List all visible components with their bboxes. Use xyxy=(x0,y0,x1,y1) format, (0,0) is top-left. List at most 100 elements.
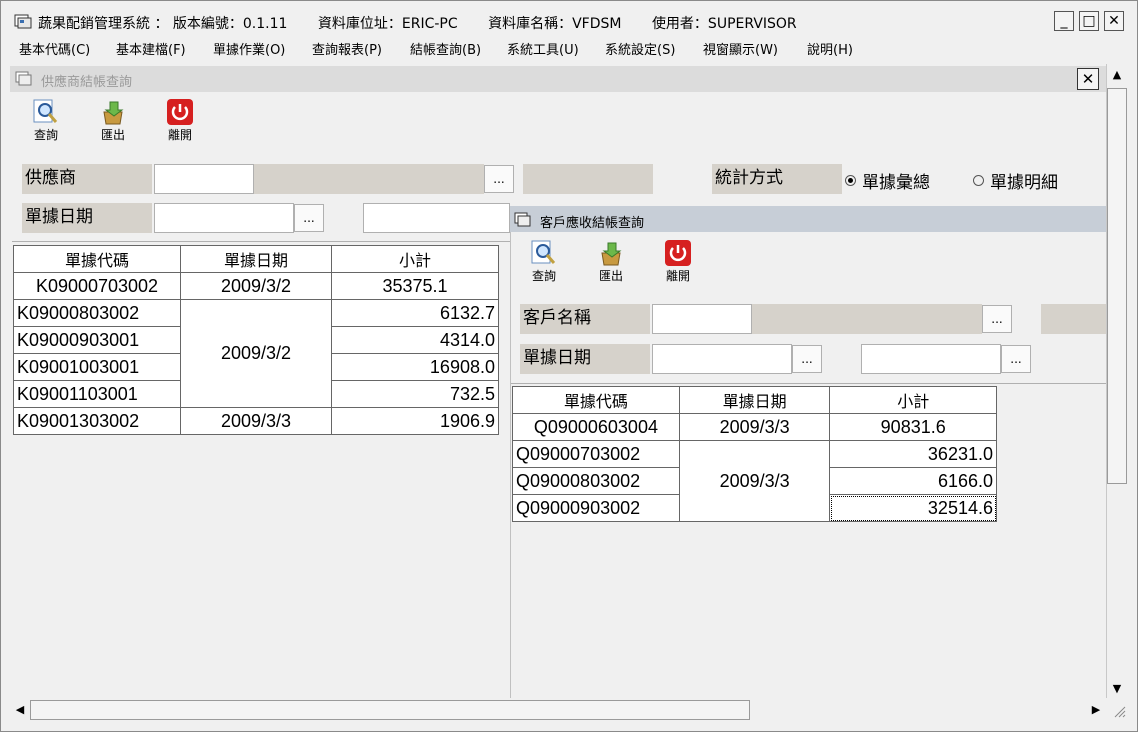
customer-exit-button[interactable]: 離開 xyxy=(660,239,696,284)
db-name: 資料庫名稱：VFDSM xyxy=(488,16,622,32)
customer-label: 客戶名稱 xyxy=(520,304,650,334)
stat-method-label: 統計方式 xyxy=(712,164,842,194)
supplier-grid: 單據代碼 單據日期 小計 K09000703002 2009/3/2 35375… xyxy=(13,245,499,435)
col-date[interactable]: 單據日期 xyxy=(678,386,831,414)
cell-subtotal[interactable]: 732.5 xyxy=(331,380,499,408)
col-code[interactable]: 單據代碼 xyxy=(13,245,181,273)
form-icon xyxy=(15,70,33,86)
cell-subtotal[interactable]: 4314.0 xyxy=(331,326,499,354)
cell-code[interactable]: Q09000603004 xyxy=(512,413,680,441)
menu-system-tools[interactable]: 系統工具(U) xyxy=(507,39,579,58)
scroll-left-arrow-icon[interactable]: ◀ xyxy=(10,701,30,719)
cell-subtotal[interactable]: 1906.9 xyxy=(331,407,499,435)
cell-date[interactable]: 2009/3/3 xyxy=(180,407,332,435)
supplier-name-display xyxy=(254,164,484,194)
supplier-label: 供應商 xyxy=(22,164,152,194)
scroll-down-arrow-icon[interactable]: ▼ xyxy=(1107,680,1127,698)
cell-date-merged[interactable]: 2009/3/3 xyxy=(678,440,831,522)
supplier-extra-display xyxy=(523,164,653,194)
col-code[interactable]: 單據代碼 xyxy=(512,386,680,414)
table-row[interactable]: K09000803002 2009/3/2 6132.7 xyxy=(13,299,499,408)
menu-window[interactable]: 視窗顯示(W) xyxy=(703,39,778,58)
cell-subtotal-focused[interactable]: 32514.6 xyxy=(829,494,997,522)
exit-label: 離開 xyxy=(167,128,192,142)
customer-date-to-input[interactable] xyxy=(861,344,1001,374)
close-button[interactable]: ✕ xyxy=(1104,11,1124,31)
table-row[interactable]: Q09000703002 2009/3/3 36231.0 xyxy=(512,440,997,522)
cell-subtotal[interactable]: 6166.0 xyxy=(829,467,997,495)
supplier-window-titlebar[interactable] xyxy=(10,66,1106,92)
menu-basic-codes[interactable]: 基本代碼(C) xyxy=(19,39,90,58)
magnifier-icon xyxy=(529,239,559,267)
supplier-browse-button[interactable]: ... xyxy=(484,165,514,193)
cell-code[interactable]: K09001103001 xyxy=(13,380,181,408)
cell-code[interactable]: K09000703002 xyxy=(13,272,181,300)
menu-system-settings[interactable]: 系統設定(S) xyxy=(605,39,675,58)
menu-documents[interactable]: 單據作業(O) xyxy=(213,39,285,58)
minimize-button[interactable]: _ xyxy=(1054,11,1074,31)
cell-code[interactable]: Q09000803002 xyxy=(512,467,680,495)
customer-grid: 單據代碼 單據日期 小計 Q09000603004 2009/3/3 90831… xyxy=(512,386,997,522)
power-icon xyxy=(663,239,693,267)
grid-header-row: 單據代碼 單據日期 小計 xyxy=(13,245,499,273)
cell-code[interactable]: K09001003001 xyxy=(13,353,181,381)
scroll-up-arrow-icon[interactable]: ▲ xyxy=(1107,66,1127,84)
customer-date-label: 單據日期 xyxy=(520,344,650,374)
radio-detail[interactable]: 單據明細 xyxy=(973,168,1058,193)
cell-date[interactable]: 2009/3/2 xyxy=(180,272,332,300)
table-row[interactable]: Q09000603004 2009/3/3 90831.6 xyxy=(512,413,997,441)
menu-bar: 基本代碼(C) 基本建檔(F) 單據作業(O) 查詢報表(P) 結帳查詢(B) … xyxy=(1,34,1101,60)
menu-reports[interactable]: 查詢報表(P) xyxy=(312,39,382,58)
cell-subtotal[interactable]: 90831.6 xyxy=(829,413,997,441)
supplier-window-close-button[interactable]: ✕ xyxy=(1077,68,1099,90)
cell-code[interactable]: K09000903001 xyxy=(13,326,181,354)
export-box-icon xyxy=(98,98,128,126)
supplier-date-to-input[interactable] xyxy=(363,203,510,233)
cell-subtotal[interactable]: 16908.0 xyxy=(331,353,499,381)
supplier-date-from-browse[interactable]: ... xyxy=(294,204,324,232)
resize-grip-icon[interactable] xyxy=(1112,704,1126,718)
table-row[interactable]: K09000703002 2009/3/2 35375.1 xyxy=(13,272,499,300)
table-row[interactable]: K09001303002 2009/3/3 1906.9 xyxy=(13,407,499,435)
radio-summary[interactable]: 單據彙總 xyxy=(845,168,930,193)
customer-browse-button[interactable]: ... xyxy=(982,305,1012,333)
customer-name-display xyxy=(752,304,982,334)
radio-detail-dot[interactable] xyxy=(973,175,984,186)
supplier-exit-button[interactable]: 離開 xyxy=(162,98,198,143)
horizontal-scroll-thumb[interactable] xyxy=(30,700,750,720)
customer-export-button[interactable]: 匯出 xyxy=(593,239,629,284)
cell-date-merged[interactable]: 2009/3/2 xyxy=(180,299,332,408)
supplier-query-button[interactable]: 查詢 xyxy=(28,98,64,143)
customer-date-from-input[interactable] xyxy=(652,344,792,374)
cell-date[interactable]: 2009/3/3 xyxy=(678,413,831,441)
radio-summary-dot[interactable] xyxy=(845,175,856,186)
cell-subtotal[interactable]: 36231.0 xyxy=(829,440,997,468)
cell-subtotal[interactable]: 6132.7 xyxy=(331,299,499,327)
scroll-right-arrow-icon[interactable]: ▶ xyxy=(1086,701,1106,719)
vertical-scroll-thumb[interactable] xyxy=(1107,88,1127,484)
supplier-date-from-input[interactable] xyxy=(154,203,294,233)
customer-date-to-browse[interactable]: ... xyxy=(1001,345,1031,373)
customer-query-button[interactable]: 查詢 xyxy=(526,239,562,284)
cell-code[interactable]: Q09000703002 xyxy=(512,440,680,468)
cell-subtotal[interactable]: 35375.1 xyxy=(331,272,499,300)
col-date[interactable]: 單據日期 xyxy=(180,245,332,273)
col-subtotal[interactable]: 小計 xyxy=(829,386,997,414)
customer-date-from-browse[interactable]: ... xyxy=(792,345,822,373)
supplier-code-input[interactable] xyxy=(154,164,254,194)
cell-code[interactable]: K09001303002 xyxy=(13,407,181,435)
db-address: 資料庫位址：ERIC-PC xyxy=(317,16,458,32)
maximize-button[interactable]: □ xyxy=(1079,11,1099,31)
radio-summary-label: 單據彙總 xyxy=(862,173,930,193)
menu-billing-query[interactable]: 結帳查詢(B) xyxy=(410,39,481,58)
col-subtotal[interactable]: 小計 xyxy=(331,245,499,273)
customer-code-input[interactable] xyxy=(652,304,752,334)
cell-code[interactable]: Q09000903002 xyxy=(512,494,680,522)
menu-basic-files[interactable]: 基本建檔(F) xyxy=(116,39,186,58)
app-title: 蔬果配銷管理系統 ： 版本編號：0.1.11 xyxy=(38,16,288,32)
query-label: 查詢 xyxy=(531,269,556,283)
window-title: 蔬果配銷管理系統 ： 版本編號：0.1.11 資料庫位址：ERIC-PC 資料庫… xyxy=(38,13,823,32)
supplier-export-button[interactable]: 匯出 xyxy=(95,98,131,143)
cell-code[interactable]: K09000803002 xyxy=(13,299,181,327)
menu-help[interactable]: 說明(H) xyxy=(807,39,853,58)
